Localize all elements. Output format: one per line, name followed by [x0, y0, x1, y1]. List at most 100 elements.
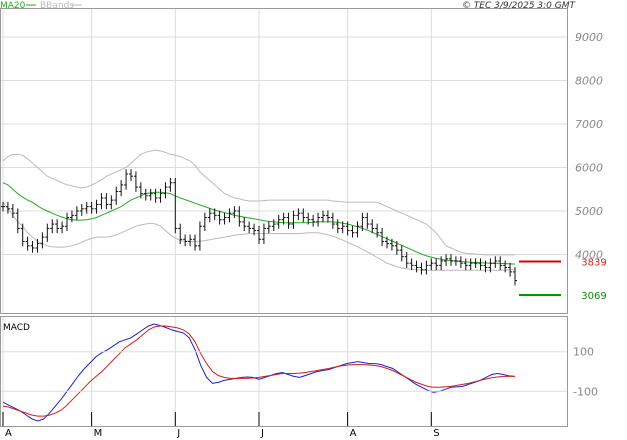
time-tick-label: M [94, 428, 103, 439]
price-panel-frame [0, 8, 568, 314]
price-bar [55, 219, 60, 234]
price-bar [40, 232, 45, 249]
price-bar [227, 208, 232, 223]
stock-chart: 900080007000600050004000 38393069 100-10… [0, 1, 607, 439]
legend-ma-label: MA20 [0, 1, 26, 11]
price-tick-label: 7000 [575, 118, 603, 131]
price-bar [365, 212, 370, 229]
price-bar [193, 234, 197, 251]
price-bar [114, 186, 119, 205]
price-bar [94, 199, 99, 214]
price-bar [222, 212, 227, 225]
price-bar [296, 208, 301, 221]
price-bar [217, 210, 222, 225]
price-axis: 900080007000600050004000 [575, 31, 603, 262]
price-bar [350, 225, 355, 238]
resistance-label: 3839 [581, 258, 606, 269]
price-panel [0, 8, 568, 314]
price-bar [119, 180, 124, 197]
legend-bbands-label: BBands [40, 1, 74, 11]
price-bar [50, 219, 55, 234]
price-bar [65, 212, 69, 232]
price-bar [202, 212, 207, 232]
price-bar [124, 169, 129, 190]
price-bar [69, 210, 74, 223]
price-bar [207, 208, 212, 223]
price-bar [414, 260, 419, 273]
price-bar [355, 221, 360, 238]
price-bar [109, 195, 114, 210]
price-bar [453, 256, 458, 266]
time-tick-label: A [350, 428, 357, 439]
price-tick-label: 9000 [575, 31, 603, 44]
price-bar [286, 212, 291, 229]
price-bar [325, 210, 330, 223]
price-bar [60, 221, 65, 234]
time-tick-label: J [176, 428, 180, 439]
price-bar [148, 188, 153, 201]
price-bar [434, 258, 439, 271]
macd-tick-label: -100 [573, 385, 598, 398]
price-tick-label: 8000 [575, 75, 603, 88]
price-bar [183, 234, 188, 247]
price-bar [133, 171, 138, 192]
price-tick-label: 6000 [575, 162, 603, 175]
price-bar [409, 258, 414, 271]
price-bar [104, 193, 109, 210]
price-bar [74, 206, 79, 221]
price-bar [271, 219, 276, 232]
price-bar [197, 221, 202, 251]
macd-panel [0, 316, 568, 427]
price-bar [291, 210, 296, 229]
price-bar [247, 221, 252, 234]
price-bar [316, 212, 321, 227]
macd-panel-frame [0, 316, 568, 427]
time-tick-label: S [433, 428, 439, 439]
time-axis: AMJJAS [2, 412, 440, 439]
macd-title: MACD [3, 323, 30, 333]
price-bar [478, 258, 483, 271]
price-bar [153, 188, 158, 203]
price-bar [321, 210, 325, 223]
price-bar [424, 260, 429, 275]
price-bar [25, 236, 30, 251]
price-bar [335, 219, 340, 234]
price-bar [99, 193, 104, 210]
price-bar [463, 258, 468, 271]
watermark: © TEC 3/9/2025 3:0 GMT [462, 1, 577, 11]
price-bar [419, 262, 424, 275]
price-bar [168, 177, 173, 192]
price-bar [188, 234, 193, 247]
price-bar [84, 201, 89, 214]
price-bar [89, 201, 94, 214]
price-bar [399, 245, 404, 262]
legend: MA20 BBands [0, 1, 82, 11]
price-bar [257, 225, 261, 245]
price-bar [429, 258, 434, 271]
price-bar [330, 212, 335, 229]
price-bar [158, 188, 163, 203]
price-levels: 3839 3069 [519, 258, 607, 302]
time-tick-label: J [260, 428, 264, 439]
price-bar [1, 201, 5, 212]
support-label: 3069 [581, 291, 606, 302]
price-bar [439, 256, 444, 271]
price-bar [473, 258, 478, 268]
macd-axis: 100 -100 [1, 346, 598, 398]
price-bar [20, 223, 25, 247]
price-bar [301, 208, 306, 223]
price-tick-label: 5000 [575, 205, 603, 218]
price-bar [242, 217, 247, 232]
price-bar [370, 219, 375, 234]
price-bar [232, 206, 237, 218]
price-bar [30, 241, 35, 253]
price-bar [45, 223, 50, 242]
price-bar [468, 258, 473, 271]
price-bar [449, 254, 453, 266]
price-bar [35, 238, 40, 253]
price-bar [493, 256, 498, 268]
price-bar [266, 221, 271, 234]
macd-tick-label: 100 [573, 346, 594, 359]
price-bar [129, 169, 133, 181]
price-bar [311, 214, 316, 227]
